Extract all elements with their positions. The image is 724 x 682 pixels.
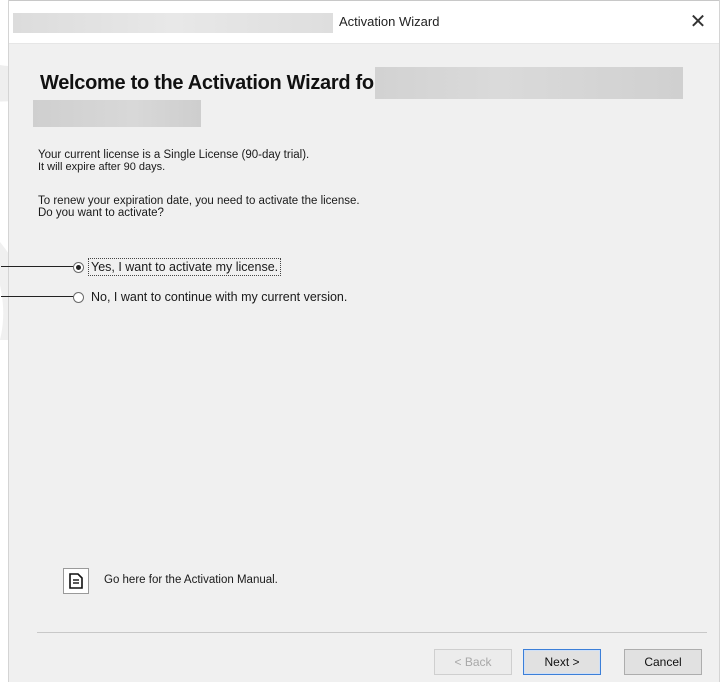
redacted-product-name [375,67,683,99]
expiry-text: It will expire after 90 days. [38,161,166,173]
radio-label-activate[interactable]: Yes, I want to activate my license. [87,258,282,276]
radio-button-continue[interactable] [73,291,84,303]
activation-wizard-window: Activation Wizard ✕ Welcome to the Activ… [1,0,720,682]
activation-manual-link[interactable]: Go here for the Activation Manual. [104,574,278,586]
page-title: Welcome to the Activation Wizard for [40,72,382,94]
document-icon-glyph [69,573,83,589]
title-bar: Activation Wizard ✕ [9,0,719,44]
callout-line-no [1,296,77,297]
license-status-text: Your current license is a Single License… [38,149,310,161]
radio-option-activate[interactable]: Yes, I want to activate my license. [73,258,282,276]
callout-line-yes [1,266,77,267]
radio-label-continue[interactable]: No, I want to continue with my current v… [89,289,349,305]
renew-instruction-text: To renew your expiration date, you need … [38,195,360,207]
redacted-title-region [13,13,333,33]
document-icon[interactable] [63,568,89,594]
page: Activation Wizard ✕ Welcome to the Activ… [0,0,724,682]
close-icon: ✕ [689,11,707,33]
radio-option-continue[interactable]: No, I want to continue with my current v… [73,288,349,306]
cancel-button[interactable]: Cancel [624,649,702,675]
window-title: Activation Wizard [339,14,440,29]
next-button[interactable]: Next > [523,649,601,675]
close-button[interactable]: ✕ [683,7,713,37]
radio-button-activate[interactable] [73,261,84,273]
footer-divider [37,632,707,633]
activate-question-text: Do you want to activate? [38,207,164,219]
back-button[interactable]: < Back [434,649,512,675]
redacted-product-name-continued [33,100,201,127]
